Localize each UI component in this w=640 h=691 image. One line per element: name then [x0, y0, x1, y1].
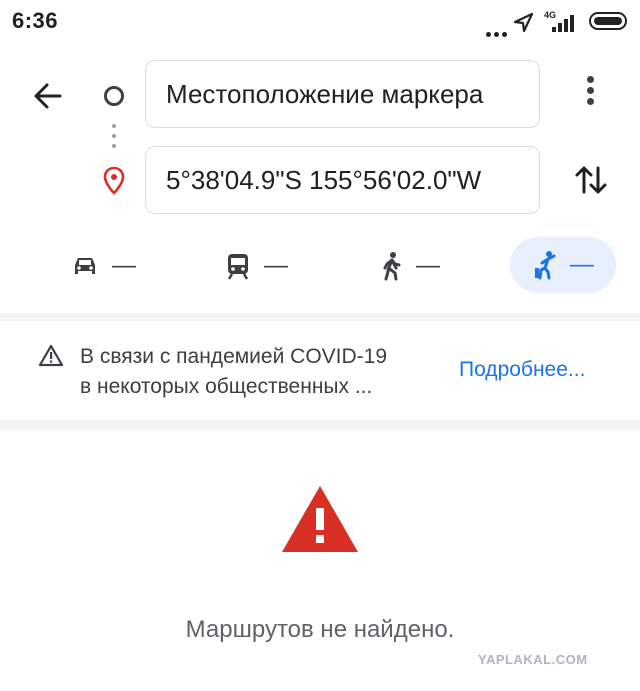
status-time: 6:36 — [12, 8, 59, 33]
mode-ride-tab[interactable]: — — [510, 237, 616, 293]
watermark: YAPLAKAL.COM — [478, 652, 588, 667]
ride-icon — [535, 251, 556, 280]
destination-pin-icon — [102, 166, 126, 201]
swap-vertical-icon — [575, 166, 607, 194]
learn-more-link[interactable]: Подробнее... — [459, 358, 585, 382]
navigation-arrow-icon — [512, 12, 534, 39]
swap-directions-button[interactable] — [571, 160, 611, 205]
warning-triangle-icon — [38, 344, 64, 373]
mode-transit-duration: — — [264, 252, 288, 279]
mode-drive-duration: — — [112, 252, 136, 279]
divider — [0, 313, 640, 321]
error-warning-icon — [280, 484, 360, 559]
mode-walk-duration: — — [416, 252, 440, 279]
mode-transit-tab[interactable]: — — [224, 240, 288, 292]
divider — [0, 420, 640, 430]
destination-input[interactable]: 5°38'04.9"S 155°56'02.0"W — [145, 146, 540, 214]
more-options-button[interactable] — [580, 76, 600, 116]
mode-ride-duration: — — [570, 251, 594, 278]
car-icon — [75, 258, 95, 274]
covid-banner-line2: в некоторых общественных ... — [80, 375, 373, 398]
back-button[interactable] — [30, 78, 66, 114]
covid-banner-text: В связи с пандемией COVID-19 в некоторых… — [80, 342, 440, 402]
arrow-left-icon — [34, 83, 62, 109]
origin-circle-icon — [104, 86, 124, 106]
no-routes-message: Маршрутов не найдено. — [185, 616, 455, 643]
mode-drive-tab[interactable]: — — [70, 240, 136, 292]
covid-banner-line1: В связи с пандемией COVID-19 — [80, 345, 388, 368]
battery-icon — [589, 12, 627, 30]
signal-icon: 4G — [544, 10, 580, 39]
walk-icon — [383, 252, 401, 281]
route-connector-dots — [112, 124, 116, 154]
train-icon — [227, 254, 249, 280]
mode-walk-tab[interactable]: — — [380, 240, 440, 292]
origin-input[interactable]: Местоположение маркера — [145, 60, 540, 128]
more-notifications-icon — [486, 24, 510, 42]
network-type-label: 4G — [544, 10, 557, 20]
